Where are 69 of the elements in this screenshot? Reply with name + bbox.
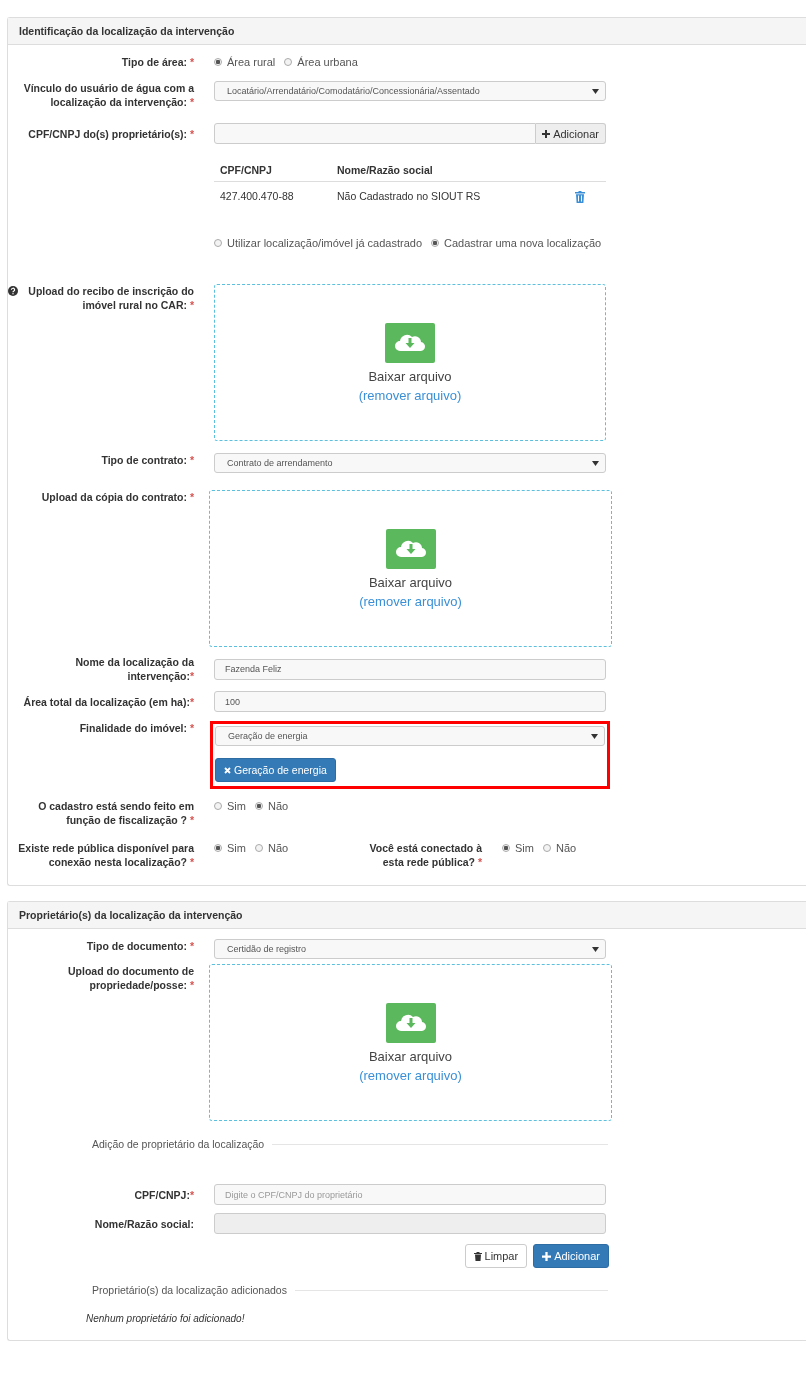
radio-option[interactable]: Área rural (214, 56, 276, 68)
select-field[interactable]: Locatário/Arrendatário/Comodatário/Concessionária/Assentado (214, 81, 606, 101)
cloud-download-icon[interactable] (385, 1002, 436, 1043)
field-label: Você está conectado à esta rede pública? * (369, 842, 482, 868)
remove-file-link[interactable]: (remover arquivo) (359, 593, 462, 609)
caret-icon (592, 460, 599, 466)
column-header: CPF/CNPJ (214, 159, 331, 182)
upload-area[interactable]: Baixar arquivo (remover arquivo) (214, 284, 606, 441)
caret-icon (592, 88, 599, 94)
field-label: Área total da localização (em ha):* (23, 695, 194, 708)
table-cell: 427.400.470-88 (214, 181, 331, 210)
close-icon (224, 766, 231, 774)
panel-header: Proprietário(s) da localização da intervenção (8, 902, 806, 929)
select-field[interactable]: Geração de energia (215, 726, 605, 746)
caret-icon (592, 946, 599, 952)
download-link[interactable]: Baixar arquivo (368, 1048, 453, 1064)
radio-option[interactable]: Não (254, 800, 289, 812)
field-label: Tipo de documento: * (86, 940, 194, 952)
input-field[interactable]: 100 (214, 691, 606, 712)
caret-icon (591, 733, 598, 739)
input-field[interactable] (214, 123, 537, 144)
upload-area[interactable]: Baixar arquivo (remover arquivo) (209, 490, 612, 647)
panel-header: Identificação da localização da intervenção (8, 18, 806, 45)
field-label: Existe rede pública disponível para conexão nesta localização? * (18, 842, 194, 868)
trash-icon[interactable] (575, 190, 585, 203)
field-label: CPF/CNPJ do(s) proprietário(s): * (28, 127, 194, 140)
field-label: O cadastro está sendo feito em função de fiscalização ? * (38, 800, 194, 826)
add-button[interactable]: Adicionar (533, 1244, 609, 1268)
trash-icon (473, 1251, 482, 1261)
clear-button[interactable]: Limpar (464, 1244, 528, 1268)
field-label: Tipo de área: * (121, 56, 194, 68)
radio-option[interactable]: Cadastrar uma nova localização (431, 237, 602, 249)
field-label: Upload do recibo de inscrição do imóvel rural no CAR: * (27, 284, 194, 312)
radio-option[interactable]: Área urbana (284, 56, 358, 68)
download-link[interactable]: Baixar arquivo (368, 368, 452, 384)
radio-option[interactable]: Não (254, 842, 289, 854)
section-legend: Adição de proprietário da localização (92, 1138, 265, 1150)
field-label: Upload da cópia do contrato: * (41, 490, 194, 504)
plus-icon (542, 1251, 552, 1261)
field-label: Nome/Razão social: (94, 1217, 194, 1230)
cloud-download-icon[interactable] (385, 528, 436, 569)
plus-icon (542, 129, 551, 138)
input-field[interactable]: Digite o CPF/CNPJ do proprietário (214, 1184, 606, 1205)
add-button[interactable]: Adicionar (536, 123, 606, 144)
radio-option[interactable]: Sim (502, 842, 534, 854)
column-header: Nome/Razão social (331, 159, 554, 182)
select-field[interactable]: Contrato de arrendamento (214, 453, 606, 473)
radio-option[interactable]: Sim (214, 800, 246, 812)
select-field[interactable]: Certidão de registro (214, 939, 606, 959)
input-field[interactable]: Fazenda Feliz (214, 658, 606, 680)
field-label: CPF/CNPJ:* (134, 1188, 194, 1201)
field-label: Tipo de contrato: * (101, 454, 194, 466)
field-label: Vínculo do usuário de água com a localização da intervenção: * (23, 82, 194, 108)
download-link[interactable]: Baixar arquivo (368, 574, 453, 590)
empty-message: Nenhum proprietário foi adicionado! (86, 1313, 245, 1324)
table-cell: Não Cadastrado no SIOUT RS (331, 181, 554, 210)
cloud-download-icon[interactable] (385, 322, 435, 363)
field-label: Finalidade do imóvel: * (79, 722, 194, 734)
section-legend: Proprietário(s) da localização adicionados (92, 1284, 287, 1296)
remove-file-link[interactable]: (remover arquivo) (358, 387, 462, 403)
field-label: Upload do documento de propriedade/posse: * (67, 964, 194, 992)
help-icon[interactable] (8, 286, 18, 296)
remove-file-link[interactable]: (remover arquivo) (359, 1067, 462, 1083)
tag-button[interactable]: Geração de energia (215, 758, 336, 782)
radio-option[interactable]: Não (542, 842, 577, 854)
radio-option[interactable]: Sim (214, 842, 246, 854)
upload-area[interactable]: Baixar arquivo (remover arquivo) (209, 964, 612, 1121)
field-label: Nome da localização da intervenção:* (75, 656, 194, 682)
radio-option[interactable]: Utilizar localização/imóvel já cadastrado (214, 237, 423, 249)
